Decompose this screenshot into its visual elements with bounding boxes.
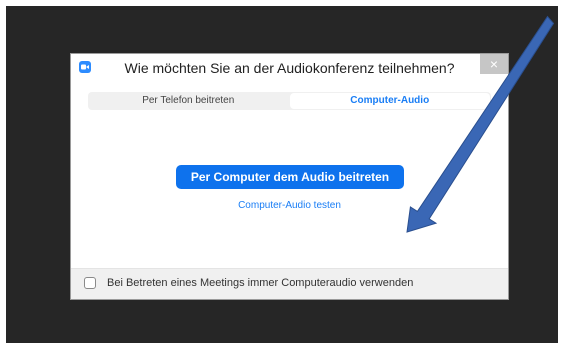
arrow-annotation bbox=[406, 15, 555, 233]
